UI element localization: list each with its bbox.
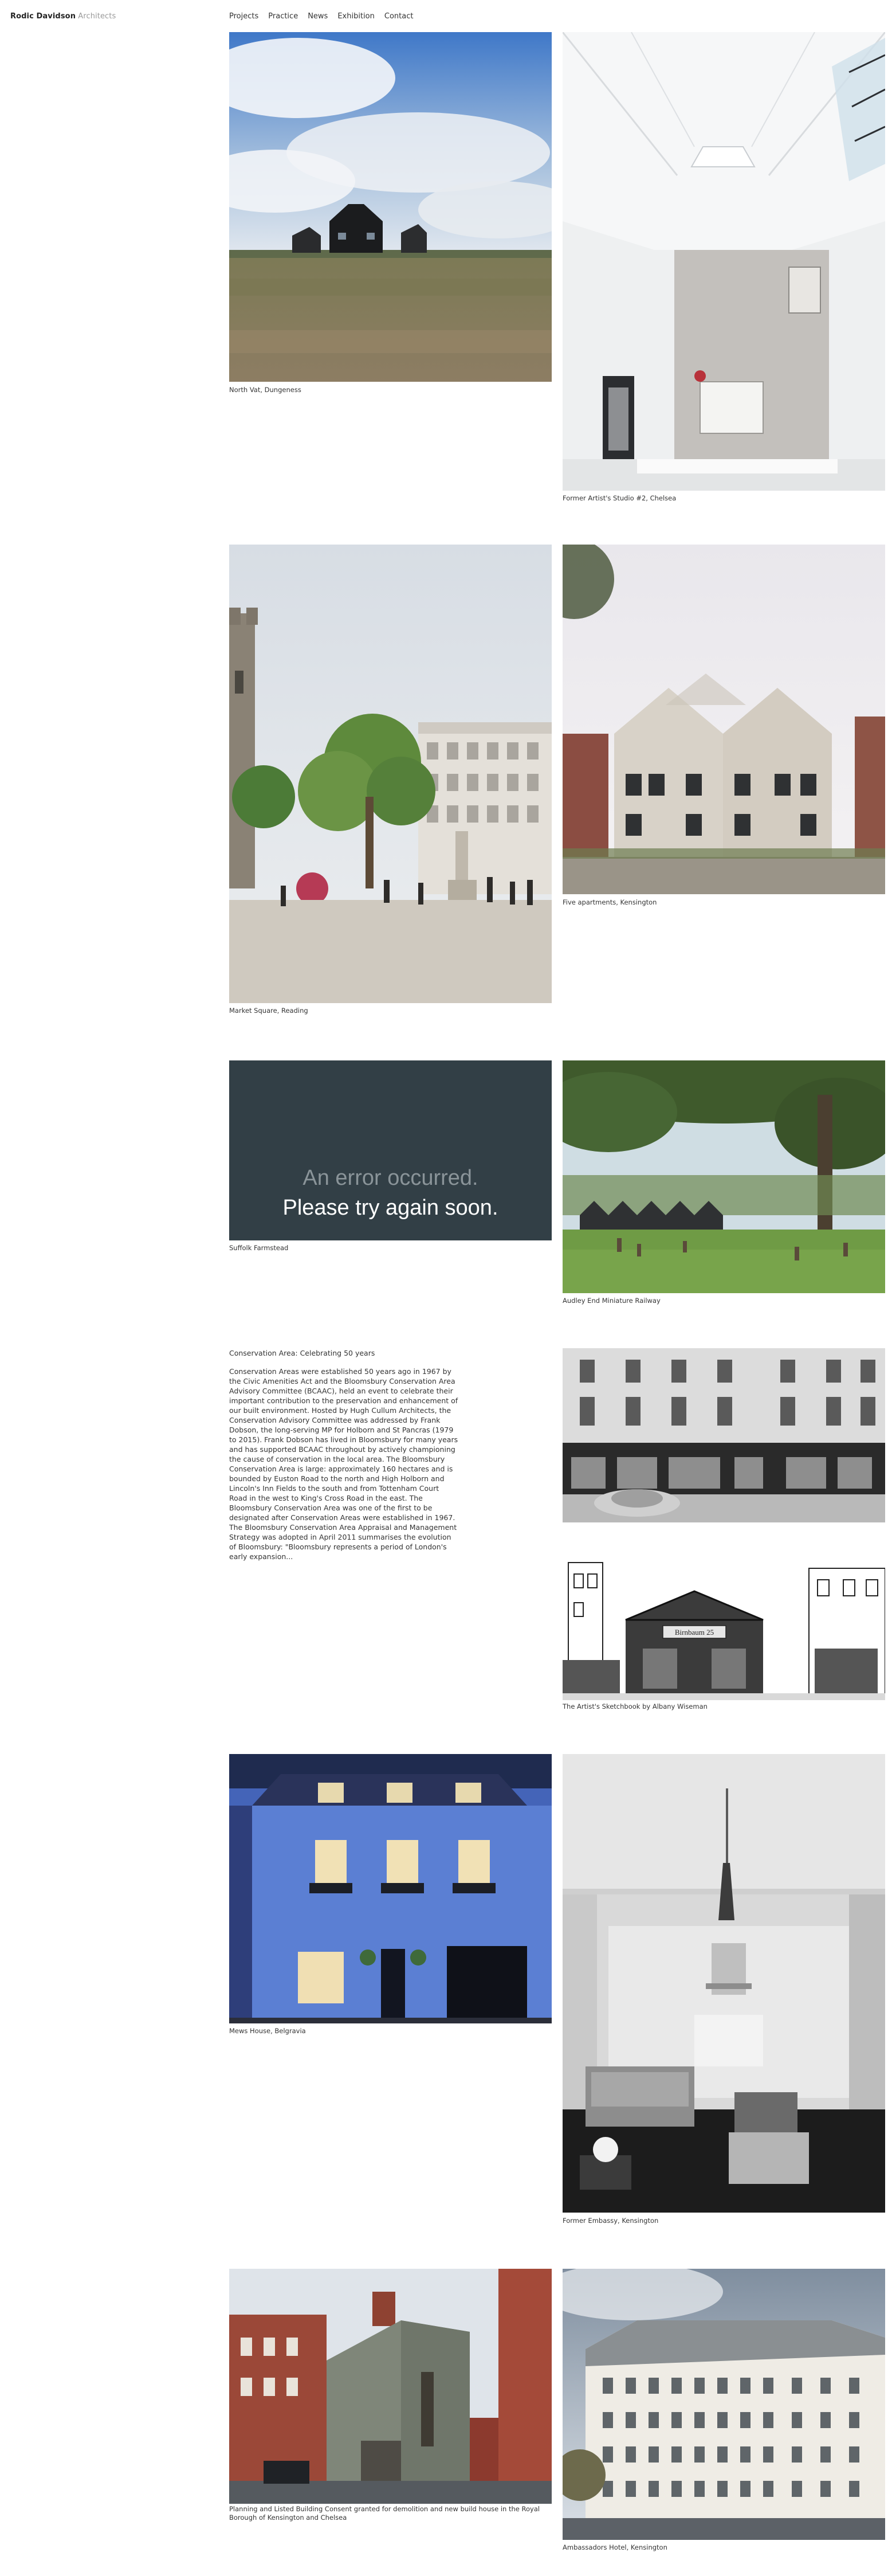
main-nav: Projects Practice News Exhibition Contac… [229, 12, 413, 21]
video-error-retry-message: Please try again soon. [282, 1196, 498, 1220]
brand-subtitle: Architects [78, 12, 116, 21]
project-caption[interactable]: Former Embassy, Kensington [563, 2217, 658, 2225]
news-article-excerpt: Conservation Areas were established 50 y… [229, 1367, 458, 1561]
project-caption[interactable]: Mews House, Belgravia [229, 2027, 306, 2035]
nav-practice[interactable]: Practice [268, 12, 298, 21]
video-player-error[interactable]: An error occurred. Please try again soon… [229, 1060, 552, 1240]
project-caption[interactable]: North Vat, Dungeness [229, 386, 301, 394]
shop-sign-text: Birnbaum 25 [675, 1628, 714, 1637]
news-article-title[interactable]: Conservation Area: Celebrating 50 years [229, 1348, 458, 1358]
nav-exhibition[interactable]: Exhibition [337, 12, 375, 21]
project-image-ambassadors-hotel[interactable] [563, 2269, 885, 2540]
project-caption[interactable]: Former Artist's Studio #2, Chelsea [563, 494, 676, 503]
project-image-five-apartments[interactable] [563, 545, 885, 894]
nav-news[interactable]: News [308, 12, 328, 21]
project-image-market-square[interactable] [229, 545, 552, 1003]
nav-contact[interactable]: Contact [384, 12, 414, 21]
project-caption[interactable]: Suffolk Farmstead [229, 1244, 288, 1252]
nav-projects[interactable]: Projects [229, 12, 258, 21]
project-caption[interactable]: Market Square, Reading [229, 1007, 308, 1015]
project-image-mews-house[interactable] [229, 1754, 552, 2023]
project-image-former-embassy[interactable] [563, 1754, 885, 2213]
brand-name: Rodic Davidson [10, 12, 76, 21]
project-caption[interactable]: Ambassadors Hotel, Kensington [563, 2543, 667, 2552]
project-image-north-vat[interactable] [229, 32, 552, 382]
project-image-shopfront-photo[interactable] [563, 1348, 885, 1522]
news-article[interactable]: Conservation Area: Celebrating 50 years … [229, 1348, 458, 1561]
site-logo[interactable]: Rodic Davidson Architects [10, 12, 116, 21]
project-caption[interactable]: Five apartments, Kensington [563, 898, 657, 907]
project-image-sketchbook-drawing[interactable]: Birnbaum 25 [563, 1557, 885, 1700]
video-error-message: An error occurred. [302, 1166, 478, 1190]
project-caption[interactable]: Audley End Miniature Railway [563, 1297, 661, 1305]
project-caption[interactable]: The Artist's Sketchbook by Albany Wisema… [563, 1702, 708, 1711]
project-image-audley-end[interactable] [563, 1060, 885, 1293]
project-caption[interactable]: Planning and Listed Building Consent gra… [229, 2505, 556, 2522]
project-image-planning-consent[interactable] [229, 2269, 552, 2504]
project-image-artists-studio[interactable] [563, 32, 885, 491]
